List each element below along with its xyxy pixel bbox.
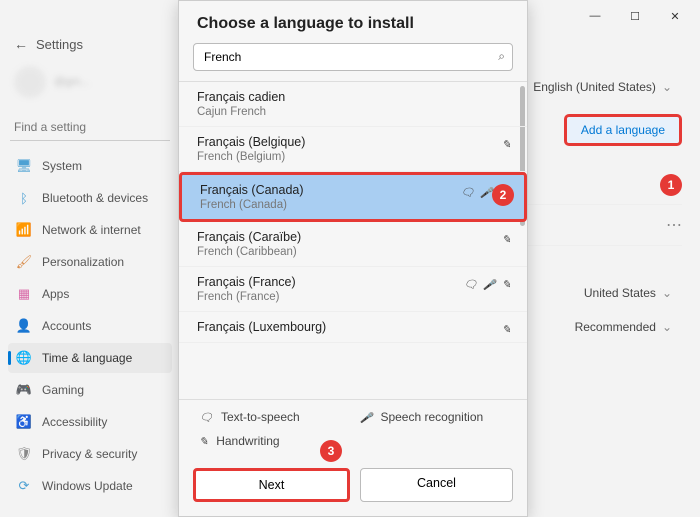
language-name: Français (Belgique) — [197, 135, 509, 149]
language-install-dialog: Choose a language to install Français ca… — [178, 0, 528, 517]
mic-icon — [483, 277, 495, 291]
nav-icon: 🎮 — [16, 382, 32, 398]
callout-2: 2 — [492, 184, 514, 206]
language-subname: French (Canada) — [200, 199, 506, 211]
sidebar-item-network-internet[interactable]: 📶 Network & internet — [8, 215, 172, 245]
language-subname: French (Belgium) — [197, 151, 509, 163]
search-icon — [498, 49, 505, 64]
minimize-button[interactable] — [576, 2, 614, 30]
nav-list: 🖥 System ᛒ Bluetooth & devices 📶 Network & in… — [8, 151, 172, 501]
legend: Text-to-speech Speech recognition Handwr… — [179, 399, 527, 458]
sidebar-item-privacy-security[interactable]: 🛡 Privacy & security — [8, 439, 172, 469]
search-input[interactable] — [10, 114, 170, 141]
more-icon[interactable] — [666, 215, 682, 235]
nav-label: Gaming — [42, 383, 84, 397]
nav-icon: 📶 — [16, 222, 32, 238]
sidebar-item-apps[interactable]: ▦ Apps — [8, 279, 172, 309]
legend-speech: Speech recognition — [380, 410, 483, 424]
language-name: Français cadien — [197, 90, 509, 104]
sidebar-item-gaming[interactable]: 🎮 Gaming — [8, 375, 172, 405]
avatar — [14, 66, 46, 98]
nav-label: Personalization — [42, 255, 124, 269]
pen-icon — [199, 434, 208, 448]
dialog-search[interactable] — [193, 43, 513, 71]
language-name: Français (Caraïbe) — [197, 230, 509, 244]
language-option[interactable]: Français (Belgique) French (Belgium) — [179, 127, 527, 172]
language-name: Français (Luxembourg) — [197, 320, 509, 334]
settings-label: Settings — [36, 37, 83, 52]
nav-icon: 🖌 — [16, 254, 32, 270]
nav-icon: 👤 — [16, 318, 32, 334]
nav-icon: ▦ — [16, 286, 32, 302]
back-icon — [14, 36, 28, 52]
close-button[interactable] — [656, 2, 694, 30]
settings-search[interactable] — [10, 114, 170, 141]
tts-icon — [199, 410, 213, 424]
callout-3: 3 — [320, 440, 342, 462]
sidebar-item-accounts[interactable]: 👤 Accounts — [8, 311, 172, 341]
nav-icon: 🌐 — [16, 350, 32, 366]
language-subname: French (Caribbean) — [197, 246, 509, 258]
country-value[interactable]: United States — [584, 286, 672, 300]
language-option[interactable]: Français (Luxembourg) — [179, 312, 527, 343]
pen-icon — [502, 322, 511, 336]
account-email: @gm... — [54, 76, 90, 88]
nav-label: Bluetooth & devices — [42, 191, 148, 205]
sidebar-item-personalization[interactable]: 🖌 Personalization — [8, 247, 172, 277]
sidebar: Settings @gm... 🖥 System ᛒ Bluetooth & devi… — [0, 32, 180, 517]
account-card[interactable]: @gm... — [8, 56, 172, 108]
add-language-button[interactable]: Add a language — [564, 114, 682, 146]
nav-icon: ♿ — [16, 414, 32, 430]
callout-1: 1 — [660, 174, 682, 196]
language-list[interactable]: Français cadien Cajun French Français (Bel… — [179, 81, 527, 399]
mic-icon — [360, 410, 372, 424]
display-language-value[interactable]: English (United States) — [533, 80, 672, 94]
language-option[interactable]: Français (Canada)French (Canada) — [179, 172, 527, 222]
nav-label: Privacy & security — [42, 447, 137, 461]
language-search-input[interactable] — [193, 43, 513, 71]
nav-icon: ᛒ — [16, 190, 32, 206]
dialog-title: Choose a language to install — [179, 1, 527, 43]
sidebar-item-system[interactable]: 🖥 System — [8, 151, 172, 181]
sidebar-item-windows-update[interactable]: ⟳ Windows Update — [8, 471, 172, 501]
language-name: Français (France) — [197, 275, 509, 289]
legend-tts: Text-to-speech — [221, 410, 300, 424]
sidebar-item-bluetooth-devices[interactable]: ᛒ Bluetooth & devices — [8, 183, 172, 213]
maximize-button[interactable] — [616, 2, 654, 30]
nav-label: Apps — [42, 287, 69, 301]
tts-icon — [460, 185, 474, 199]
regional-value[interactable]: Recommended — [575, 320, 672, 334]
tts-icon — [463, 277, 477, 291]
nav-label: Network & internet — [42, 223, 141, 237]
nav-label: Time & language — [42, 351, 132, 365]
nav-icon: ⟳ — [16, 478, 32, 494]
back-row[interactable]: Settings — [8, 32, 172, 56]
nav-label: Accessibility — [42, 415, 107, 429]
nav-label: Windows Update — [42, 479, 133, 493]
pen-icon — [502, 232, 511, 246]
language-option[interactable]: Français (France) French (France) — [179, 267, 527, 312]
next-button[interactable]: Next — [193, 468, 350, 502]
cancel-button[interactable]: Cancel — [360, 468, 513, 502]
legend-handwriting: Handwriting — [216, 434, 279, 448]
sidebar-item-accessibility[interactable]: ♿ Accessibility — [8, 407, 172, 437]
language-option[interactable]: Français cadien Cajun French — [179, 82, 527, 127]
pen-icon — [502, 277, 511, 291]
language-option[interactable]: Français (Caraïbe) French (Caribbean) — [179, 222, 527, 267]
nav-icon: 🛡 — [16, 446, 32, 462]
language-subname: French (France) — [197, 291, 509, 303]
nav-label: Accounts — [42, 319, 91, 333]
mic-icon — [480, 185, 492, 199]
sidebar-item-time-language[interactable]: 🌐 Time & language — [8, 343, 172, 373]
nav-label: System — [42, 159, 82, 173]
pen-icon — [502, 137, 511, 151]
nav-icon: 🖥 — [16, 158, 32, 174]
language-subname: Cajun French — [197, 106, 509, 118]
